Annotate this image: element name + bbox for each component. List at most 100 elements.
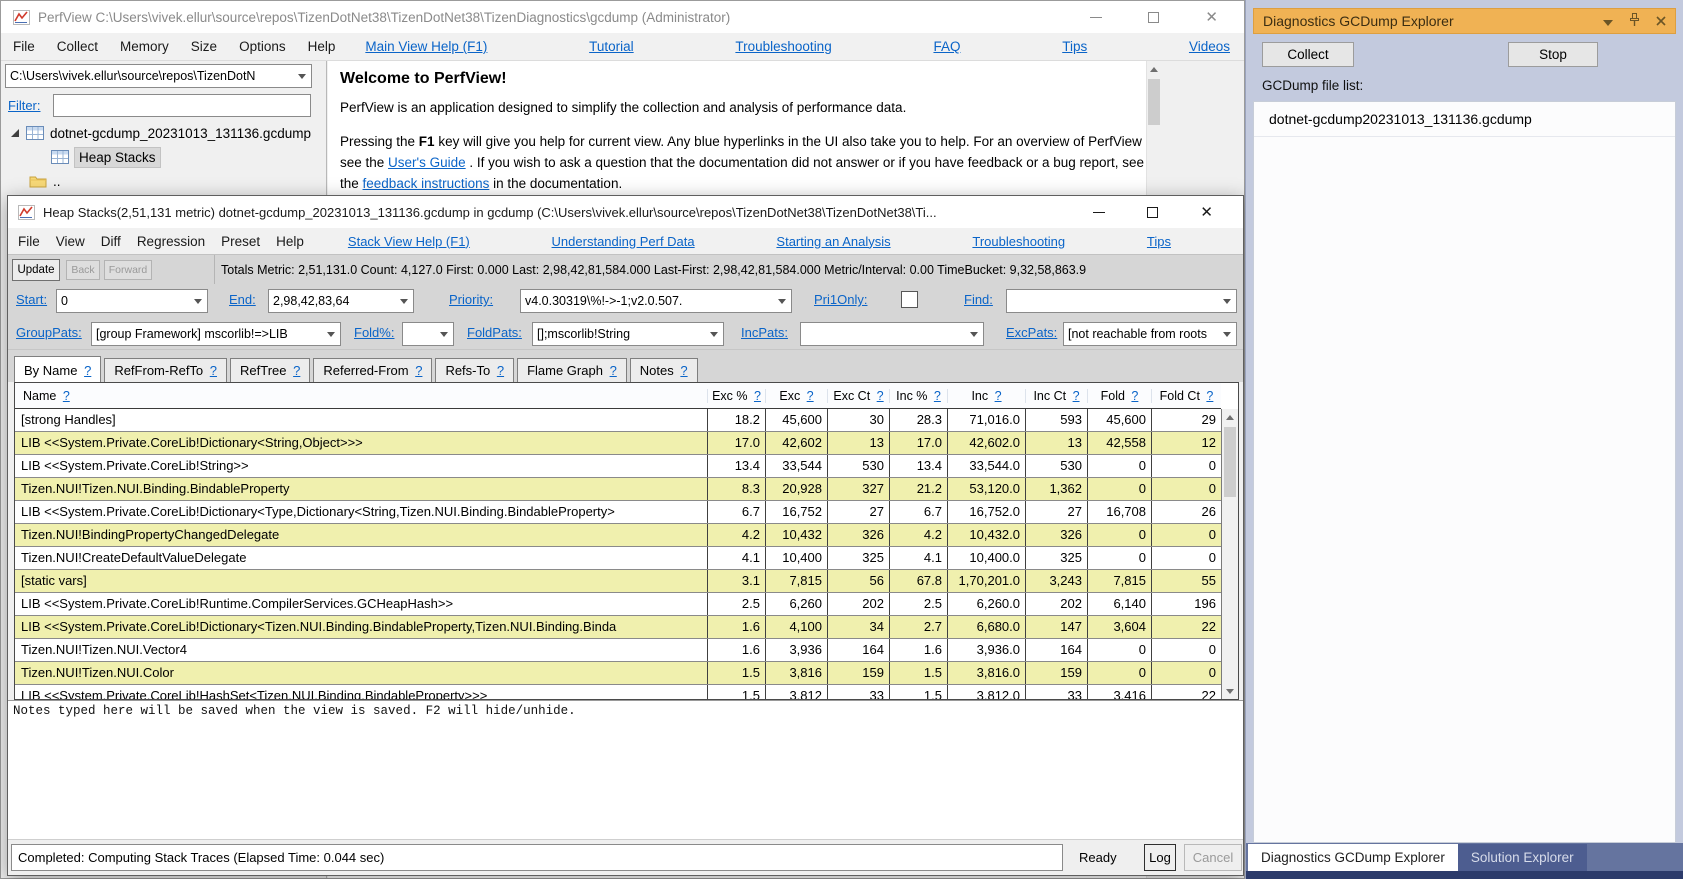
filter-label-link[interactable]: Filter:: [8, 98, 41, 113]
start-label-link[interactable]: Start:: [16, 292, 47, 307]
menu-file[interactable]: File: [18, 234, 40, 249]
link-tips[interactable]: Tips: [1147, 234, 1171, 249]
path-combobox[interactable]: C:\Users\vivek.ellur\source\repos\TizenD…: [5, 64, 312, 88]
column-header-name[interactable]: Name ?: [15, 389, 707, 403]
table-row[interactable]: LIB <<System.Private.CoreLib!Dictionary<…: [15, 501, 1221, 524]
excpats-label-link[interactable]: ExcPats:: [1006, 325, 1057, 340]
column-header-inc-ct[interactable]: Inc Ct ?: [1025, 389, 1087, 403]
tab-notes[interactable]: Notes ?: [630, 358, 698, 382]
column-help-link[interactable]: ?: [807, 389, 814, 403]
scrollbar-thumb[interactable]: [1148, 79, 1160, 125]
close-icon[interactable]: ✕: [1200, 205, 1213, 220]
column-help-link[interactable]: ?: [1131, 389, 1138, 403]
table-row[interactable]: Tizen.NUI!Tizen.NUI.Color1.53,8161591.53…: [15, 662, 1221, 685]
incpats-label-link[interactable]: IncPats:: [741, 325, 788, 340]
end-label-link[interactable]: End:: [229, 292, 256, 307]
scrollbar-thumb[interactable]: [1224, 427, 1236, 497]
stop-button[interactable]: Stop: [1508, 42, 1598, 67]
update-button[interactable]: Update: [12, 259, 60, 281]
link-tutorial[interactable]: Tutorial: [589, 39, 634, 54]
tab-reftree[interactable]: RefTree ?: [230, 358, 310, 382]
table-row[interactable]: Tizen.NUI!Tizen.NUI.Binding.BindableProp…: [15, 478, 1221, 501]
menu-collect[interactable]: Collect: [57, 39, 98, 54]
link-troubleshooting[interactable]: Troubleshooting: [735, 39, 831, 54]
tab-reffrom-refto[interactable]: RefFrom-RefTo ?: [104, 358, 227, 382]
menu-view[interactable]: View: [56, 234, 85, 249]
table-row[interactable]: [strong Handles]18.245,6003028.371,016.0…: [15, 409, 1221, 432]
priority-label-link[interactable]: Priority:: [449, 292, 493, 307]
excpats-combobox[interactable]: [not reachable from roots: [1063, 322, 1237, 346]
cancel-button[interactable]: Cancel: [1184, 844, 1242, 871]
filter-input[interactable]: [53, 94, 311, 117]
tab-help-link[interactable]: ?: [680, 363, 687, 378]
tab-refs-to[interactable]: Refs-To ?: [435, 358, 514, 382]
column-header-inc[interactable]: Inc ?: [947, 389, 1025, 403]
table-row[interactable]: [static vars]3.17,8155667.81,70,201.03,2…: [15, 570, 1221, 593]
pri1only-label-link[interactable]: Pri1Only:: [814, 292, 867, 307]
tab-flame-graph[interactable]: Flame Graph ?: [517, 358, 627, 382]
tab-referred-from[interactable]: Referred-From ?: [313, 358, 432, 382]
table-row[interactable]: Tizen.NUI!BindingPropertyChangedDelegate…: [15, 524, 1221, 547]
menu-help[interactable]: Help: [276, 234, 304, 249]
column-help-link[interactable]: ?: [1073, 389, 1080, 403]
menu-regression[interactable]: Regression: [137, 234, 205, 249]
grouppats-combobox[interactable]: [group Framework] mscorlib!=>LIB: [91, 322, 341, 346]
menu-options[interactable]: Options: [239, 39, 286, 54]
incpats-combobox[interactable]: [800, 322, 984, 346]
users-guide-link[interactable]: User's Guide: [388, 155, 466, 170]
column-help-link[interactable]: ?: [63, 389, 70, 403]
column-header-fold-ct[interactable]: Fold Ct ?: [1151, 389, 1221, 403]
start-combobox[interactable]: 0: [56, 289, 208, 313]
menu-file[interactable]: File: [13, 39, 35, 54]
column-header-exc[interactable]: Exc ?: [765, 389, 827, 403]
minimize-icon[interactable]: [1090, 17, 1102, 18]
column-help-link[interactable]: ?: [877, 389, 884, 403]
feedback-instructions-link[interactable]: feedback instructions: [363, 176, 490, 191]
close-icon[interactable]: [1656, 14, 1666, 29]
tab-help-link[interactable]: ?: [497, 363, 504, 378]
tree-item-gcdump-file[interactable]: dotnet-gcdump_20231013_131136.gcdump: [1, 121, 311, 145]
maximize-icon[interactable]: [1147, 207, 1158, 218]
minimize-icon[interactable]: [1093, 212, 1105, 213]
window-position-menu-icon[interactable]: [1603, 14, 1613, 29]
priority-combobox[interactable]: v4.0.30319\%!->-1;v2.0.507.: [520, 289, 792, 313]
tree-item-heap-stacks[interactable]: Heap Stacks: [45, 145, 160, 169]
column-header-exc-ct[interactable]: Exc Ct ?: [827, 389, 889, 403]
menu-diff[interactable]: Diff: [101, 234, 121, 249]
tree-expander-icon[interactable]: [10, 128, 20, 138]
link-stack-view-help-f1[interactable]: Stack View Help (F1): [348, 234, 470, 249]
maximize-icon[interactable]: [1148, 12, 1159, 23]
close-icon[interactable]: ✕: [1205, 10, 1218, 25]
table-row[interactable]: LIB <<System.Private.CoreLib!Dictionary<…: [15, 616, 1221, 639]
pin-icon[interactable]: [1629, 13, 1640, 29]
scroll-up-icon[interactable]: [1222, 409, 1238, 425]
tab-help-link[interactable]: ?: [293, 363, 300, 378]
panel-tab-diagnostics-gcdump-explorer[interactable]: Diagnostics GCDump Explorer: [1248, 844, 1458, 871]
collect-button[interactable]: Collect: [1262, 42, 1354, 67]
menu-preset[interactable]: Preset: [221, 234, 260, 249]
table-row[interactable]: Tizen.NUI!CreateDefaultValueDelegate4.11…: [15, 547, 1221, 570]
link-main-view-help-f1[interactable]: Main View Help (F1): [365, 39, 487, 54]
foldpats-label-link[interactable]: FoldPats:: [467, 325, 522, 340]
table-row[interactable]: Tizen.NUI!Tizen.NUI.Vector41.63,9361641.…: [15, 639, 1221, 662]
column-header-inc[interactable]: Inc % ?: [889, 389, 947, 403]
gcdump-file-item[interactable]: dotnet-gcdump20231013_131136.gcdump: [1254, 102, 1675, 137]
foldpct-label-link[interactable]: Fold%:: [354, 325, 394, 340]
column-help-link[interactable]: ?: [754, 389, 761, 403]
link-understanding-perf-data[interactable]: Understanding Perf Data: [552, 234, 695, 249]
link-tips[interactable]: Tips: [1062, 39, 1087, 54]
tab-help-link[interactable]: ?: [610, 363, 617, 378]
end-combobox[interactable]: 2,98,42,83,64: [268, 289, 414, 313]
scroll-up-icon[interactable]: [1147, 61, 1161, 77]
grouppats-label-link[interactable]: GroupPats:: [16, 325, 82, 340]
column-header-exc[interactable]: Exc % ?: [707, 389, 765, 403]
column-header-fold[interactable]: Fold ?: [1087, 389, 1151, 403]
pri1only-checkbox[interactable]: [901, 291, 918, 308]
column-help-link[interactable]: ?: [1206, 389, 1213, 403]
find-input[interactable]: [1006, 289, 1237, 313]
foldpct-combobox[interactable]: [402, 322, 454, 346]
tab-by-name[interactable]: By Name ?: [14, 356, 101, 382]
link-troubleshooting[interactable]: Troubleshooting: [972, 234, 1065, 249]
panel-tab-solution-explorer[interactable]: Solution Explorer: [1458, 844, 1587, 871]
table-row[interactable]: LIB <<System.Private.CoreLib!String>>13.…: [15, 455, 1221, 478]
